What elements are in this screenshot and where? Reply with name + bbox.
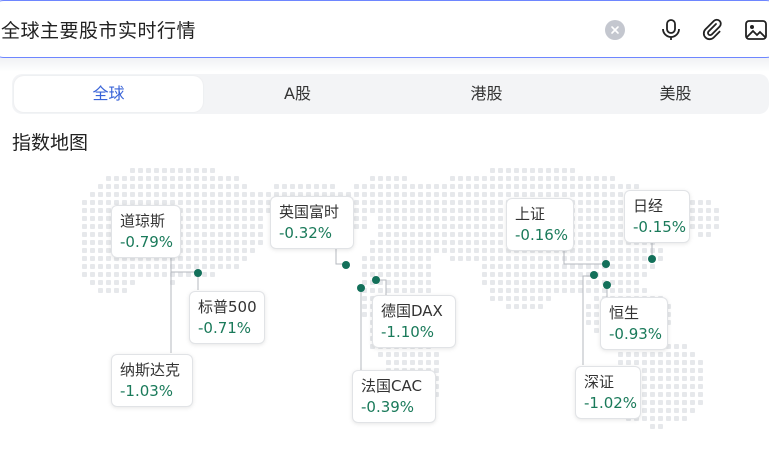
index-name: 英国富时 [279,203,340,221]
index-change: -0.79% [120,233,174,251]
index-change: -1.02% [584,394,638,412]
index-change: -1.03% [120,382,174,400]
marker-dot [342,261,350,269]
index-change: -0.71% [198,319,252,337]
index-change: -0.93% [609,325,663,343]
tab-hk-share[interactable]: 港股 [392,74,581,114]
index-card-cac[interactable]: 法国CAC -0.39% [352,370,436,423]
index-map: 道琼斯 -0.79% 标普500 -0.71% 纳斯达克 -1.03% 英国富时… [0,160,769,449]
index-card-dow-jones[interactable]: 道琼斯 -0.79% [111,205,181,258]
section-title: 指数地图 [12,132,89,154]
index-card-ftse[interactable]: 英国富时 -0.32% [270,196,354,249]
index-card-nikkei[interactable]: 日经 -0.15% [624,190,690,243]
search-input[interactable]: 全球主要股市实时行情 [1,16,196,43]
index-change: -1.10% [381,323,435,341]
index-name: 上证 [515,205,546,223]
marker-dot [648,255,656,263]
index-card-sp500[interactable]: 标普500 -0.71% [189,291,265,344]
tab-global[interactable]: 全球 [14,76,203,112]
image-icon[interactable] [743,17,769,43]
index-change: -0.39% [361,398,415,416]
index-card-hang-seng[interactable]: 恒生 -0.93% [600,297,668,350]
index-card-shanghai[interactable]: 上证 -0.16% [506,198,574,251]
index-change: -0.16% [515,226,569,244]
divider [0,58,769,72]
market-tabs: 全球 A股 港股 美股 [12,74,769,114]
index-change: -0.32% [279,224,333,242]
search-bar[interactable]: 全球主要股市实时行情 [0,0,769,58]
attachment-icon[interactable] [699,17,725,43]
index-card-shenzhen[interactable]: 深证 -1.02% [575,366,641,419]
index-name: 日经 [633,197,664,215]
marker-dot [372,276,380,284]
marker-dot [194,269,202,277]
tab-us-share[interactable]: 美股 [581,74,769,114]
index-name: 道琼斯 [120,212,166,230]
index-card-dax[interactable]: 德国DAX -1.10% [372,295,456,348]
marker-dot [602,260,610,268]
index-name: 德国DAX [381,302,443,320]
marker-dot [590,271,598,279]
marker-dot [357,284,365,292]
microphone-icon[interactable] [658,17,684,43]
clear-icon[interactable] [605,20,625,40]
marker-dot [603,281,611,289]
index-card-nasdaq[interactable]: 纳斯达克 -1.03% [111,354,193,407]
index-change: -0.15% [633,218,687,236]
index-name: 恒生 [609,304,640,322]
index-name: 标普500 [198,298,257,316]
index-name: 深证 [584,373,615,391]
index-name: 法国CAC [361,377,422,395]
tab-a-share[interactable]: A股 [203,74,392,114]
index-name: 纳斯达克 [120,361,181,379]
